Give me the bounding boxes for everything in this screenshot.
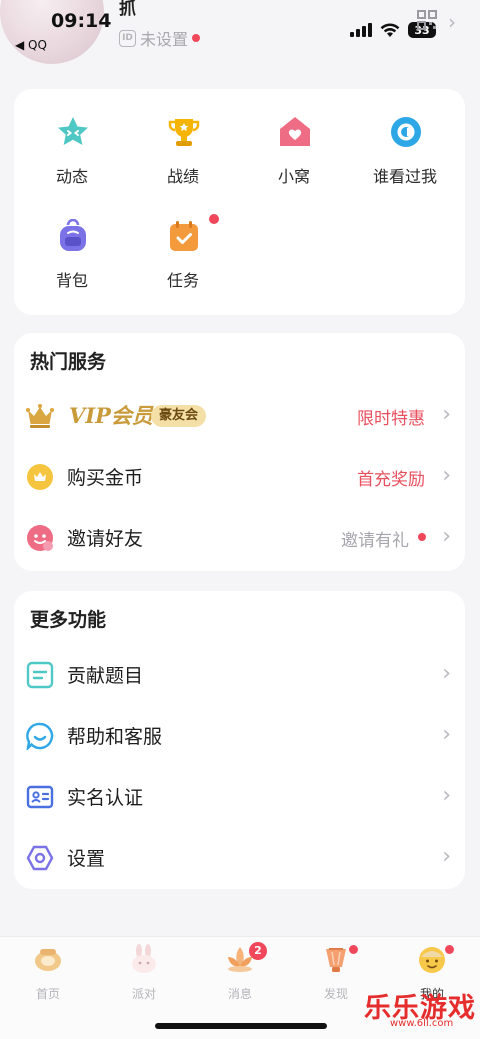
- hexagon-settings-icon: [26, 845, 54, 871]
- qr-code-icon[interactable]: [417, 10, 437, 30]
- chevron-right-icon: ›: [442, 722, 451, 747]
- grid-label: 任务: [166, 271, 199, 290]
- help-support-row[interactable]: 帮助和客服 ›: [14, 706, 465, 766]
- invite-gift-text: 邀请有礼: [341, 531, 409, 551]
- notification-dot: [192, 34, 201, 42]
- watermark-url: www.6ll.com: [390, 1018, 454, 1029]
- document-icon: [26, 661, 54, 689]
- menu-label: 贡献题目: [67, 665, 144, 687]
- grid-item-visitors[interactable]: 谁看过我: [350, 89, 460, 186]
- discover-notification-dot: [349, 945, 358, 954]
- grid-label: 动态: [55, 167, 88, 186]
- section-title: 更多功能: [30, 609, 107, 631]
- chevron-right-icon: ›: [442, 524, 451, 549]
- chevron-right-icon: ›: [442, 402, 451, 427]
- grid-label: 背包: [55, 271, 88, 290]
- chat-bubble-icon: [26, 722, 54, 750]
- status-time: 09:14: [51, 10, 112, 32]
- chevron-right-icon: ›: [442, 783, 451, 808]
- eye-icon: [391, 117, 421, 147]
- back-to-qq-link[interactable]: ◀ QQ: [15, 38, 47, 52]
- chevron-right-icon: ›: [442, 661, 451, 686]
- buy-coins-row[interactable]: 购买金币 首充奖励 ›: [14, 447, 465, 507]
- bunny-icon: [132, 944, 156, 973]
- menu-label: 实名认证: [67, 787, 144, 809]
- vip-membership-row[interactable]: VIP会员 豪友会 限时特惠 ›: [14, 386, 465, 446]
- first-charge-text: 首充奖励: [357, 470, 425, 490]
- sun-face-icon: [419, 947, 445, 973]
- tab-label: 消息: [227, 987, 252, 1001]
- task-notification-dot: [209, 214, 219, 224]
- grid-item-tasks[interactable]: 任务: [128, 193, 238, 290]
- profile-chevron-icon[interactable]: ›: [448, 10, 456, 34]
- invite-face-icon: [27, 525, 53, 551]
- home-indicator[interactable]: [155, 1023, 327, 1029]
- id-card-icon: [26, 785, 54, 809]
- grid-item-record[interactable]: 战绩: [128, 89, 238, 186]
- house-heart-icon: [280, 117, 310, 146]
- trophy-icon: [168, 119, 200, 146]
- invite-friends-label: 邀请好友: [67, 528, 144, 550]
- tab-party[interactable]: 派对: [109, 943, 179, 1005]
- home-ring-icon: [35, 949, 61, 971]
- tab-messages[interactable]: 2 消息: [205, 942, 275, 1005]
- crown-icon: [26, 404, 54, 428]
- contribute-question-row[interactable]: 贡献题目 ›: [14, 645, 465, 705]
- wifi-icon: [380, 23, 400, 37]
- invite-friends-row[interactable]: 邀请好友 邀请有礼 ›: [14, 508, 465, 568]
- profile-header: 09:14 ◀ QQ 抓 ID 未设置 33 ›: [0, 0, 480, 86]
- section-title: 热门服务: [30, 351, 107, 373]
- menu-label: 帮助和客服: [67, 726, 163, 748]
- me-notification-dot: [445, 945, 454, 954]
- nickname: 抓: [119, 0, 136, 19]
- real-name-auth-row[interactable]: 实名认证 ›: [14, 767, 465, 827]
- lantern-icon: [326, 948, 346, 972]
- message-count-badge: 2: [249, 942, 267, 960]
- notification-dot: [418, 533, 426, 541]
- settings-row[interactable]: 设置 ›: [14, 828, 465, 888]
- grid-label: 谁看过我: [372, 167, 437, 186]
- tab-label: 首页: [35, 987, 60, 1001]
- more-functions-card: 更多功能 贡献题目 › 帮助和客服 › 实名认证 › 设置 ›: [14, 591, 465, 889]
- user-id-value: 未设置: [140, 30, 189, 49]
- grid-item-den[interactable]: 小窝: [239, 89, 349, 186]
- gold-coin-icon: [27, 464, 53, 490]
- grid-item-feed[interactable]: 动态: [17, 89, 127, 186]
- grid-label: 战绩: [166, 167, 199, 186]
- vip-promo-text: 限时特惠: [357, 409, 425, 429]
- tab-label: 派对: [131, 987, 156, 1001]
- vip-title: VIP会员: [69, 403, 153, 428]
- user-id-row[interactable]: ID 未设置: [119, 26, 201, 50]
- shortcut-grid-card: 动态 战绩 小窝 谁看过我 背包 任务: [14, 89, 465, 315]
- backpack-icon: [60, 219, 86, 251]
- site-watermark: 乐乐游戏 www.6ll.com: [360, 986, 478, 1029]
- star-face-icon: [58, 117, 88, 145]
- grid-label: 小窝: [277, 167, 310, 186]
- chevron-right-icon: ›: [442, 463, 451, 488]
- tab-home[interactable]: 首页: [13, 943, 83, 1005]
- cellular-signal-icon: [350, 23, 372, 37]
- id-badge-icon: ID: [119, 29, 136, 47]
- buy-coins-label: 购买金币: [67, 467, 144, 489]
- hot-services-card: 热门服务 VIP会员 豪友会 限时特惠 › 购买金币 首充奖励 › 邀请好友 邀…: [14, 333, 465, 571]
- calendar-check-icon: [170, 221, 198, 251]
- vip-tier-badge: 豪友会: [151, 405, 207, 427]
- grid-item-backpack[interactable]: 背包: [17, 193, 127, 290]
- chevron-right-icon: ›: [442, 844, 451, 869]
- menu-label: 设置: [67, 848, 106, 870]
